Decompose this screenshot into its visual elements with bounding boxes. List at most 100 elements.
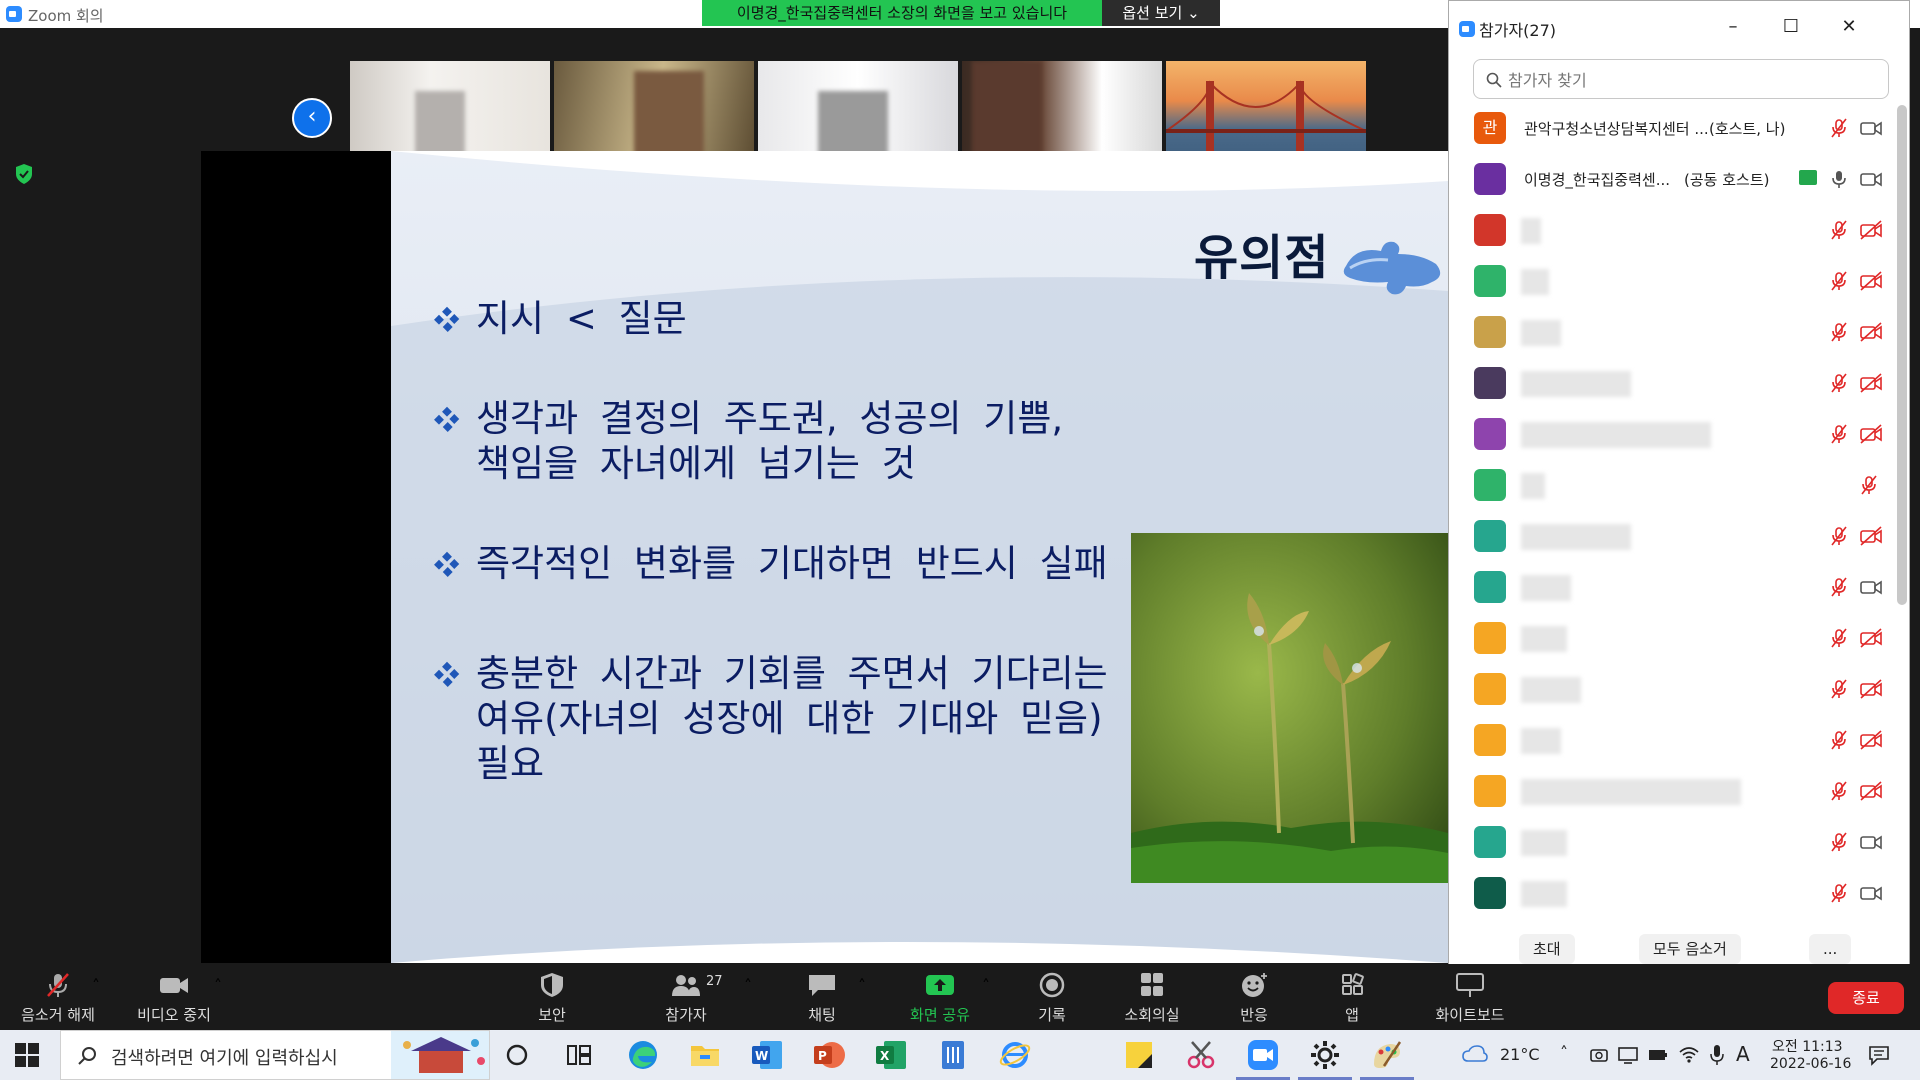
display-tray-icon[interactable] [1618,1046,1638,1064]
chat-options-caret-icon[interactable]: ˄ [858,976,866,995]
video-off-icon[interactable] [1859,730,1883,750]
windows-start-icon[interactable] [14,1042,40,1068]
video-on-icon[interactable] [1859,169,1883,189]
video-off-icon[interactable] [1859,679,1883,699]
video-off-icon[interactable] [1859,781,1883,801]
video-on-icon[interactable] [1859,832,1883,852]
participant-row[interactable] [1449,868,1895,919]
video-off-icon[interactable] [1859,220,1883,240]
camera-tray-icon[interactable] [1590,1046,1608,1064]
whiteboard-button[interactable]: 화이트보드 [1420,972,1520,1025]
participant-row[interactable] [1449,766,1895,817]
participant-row[interactable] [1449,511,1895,562]
paint-app-icon[interactable] [1370,1038,1404,1072]
participants-options-caret-icon[interactable]: ˄ [744,976,752,995]
clock-date[interactable]: 2022-06-16 [1770,1056,1851,1072]
share-screen-button[interactable]: 화면 공유 [904,972,976,1025]
input-method-indicator[interactable]: A [1736,1042,1750,1066]
mic-muted-icon[interactable] [1859,475,1879,495]
weather-cloud-icon[interactable] [1462,1044,1488,1064]
weather-temperature[interactable]: 21°C [1500,1045,1540,1064]
word-icon[interactable]: W [750,1038,784,1072]
participant-row[interactable] [1449,664,1895,715]
participant-row[interactable] [1449,817,1895,868]
participant-row[interactable] [1449,562,1895,613]
unmute-button[interactable]: 음소거 해제 [16,972,100,1025]
mic-muted-icon[interactable] [1829,118,1849,138]
mic-muted-icon[interactable] [1829,781,1849,801]
participant-search-input[interactable] [1508,68,1878,92]
video-on-icon[interactable] [1859,118,1883,138]
mic-muted-icon[interactable] [1829,424,1849,444]
participant-row[interactable] [1449,307,1895,358]
chevron-up-icon[interactable]: ˄ [1560,1043,1568,1062]
taskbar-search-box[interactable]: 검색하려면 여기에 입력하십시 [60,1030,490,1080]
mic-muted-icon[interactable] [1829,577,1849,597]
video-off-icon[interactable] [1859,373,1883,393]
participant-row[interactable] [1449,409,1895,460]
clock-time[interactable]: 오전 11:13 [1772,1036,1843,1056]
participant-row[interactable]: 관 관악구청소년상담복지센터 ... (호스트, 나) [1449,103,1895,154]
notification-center-icon[interactable] [1868,1044,1890,1066]
excel-icon[interactable]: X [874,1038,908,1072]
video-off-icon[interactable] [1859,526,1883,546]
mic-on-icon[interactable] [1829,169,1849,189]
share-options-caret-icon[interactable]: ˄ [982,976,990,995]
zoom-app-icon[interactable] [1246,1038,1280,1072]
minimize-button[interactable]: – [1721,15,1745,39]
video-off-icon[interactable] [1859,271,1883,291]
stop-video-button[interactable]: 비디오 중지 [132,972,216,1025]
file-explorer-icon[interactable] [688,1038,722,1072]
participant-list-scrollbar[interactable] [1897,105,1907,605]
mic-muted-icon[interactable] [1829,322,1849,342]
close-button[interactable]: ✕ [1837,15,1861,39]
mute-all-button[interactable]: 모두 음소거 [1639,934,1741,964]
record-button[interactable]: 기록 [1020,972,1084,1025]
mic-muted-icon[interactable] [1829,628,1849,648]
maximize-button[interactable]: ☐ [1779,15,1803,39]
sticky-notes-icon[interactable] [1122,1038,1156,1072]
wifi-icon[interactable] [1678,1044,1700,1064]
video-options-caret-icon[interactable]: ˄ [214,976,222,995]
more-options-button[interactable]: ... [1809,934,1852,964]
mic-muted-icon[interactable] [1829,373,1849,393]
microphone-tray-icon[interactable] [1710,1044,1724,1066]
audio-options-caret-icon[interactable]: ˄ [92,976,100,995]
encryption-shield-icon[interactable] [14,163,34,185]
battery-icon[interactable] [1648,1048,1668,1062]
breakout-rooms-button[interactable]: 소회의실 [1116,972,1188,1025]
document-app-icon[interactable] [936,1038,970,1072]
mic-muted-icon[interactable] [1829,220,1849,240]
video-on-icon[interactable] [1859,883,1883,903]
mic-muted-icon[interactable] [1829,271,1849,291]
mic-muted-icon[interactable] [1829,526,1849,546]
internet-explorer-icon[interactable] [998,1038,1032,1072]
participant-row[interactable] [1449,358,1895,409]
video-off-icon[interactable] [1859,322,1883,342]
settings-gear-icon[interactable] [1308,1038,1342,1072]
video-off-icon[interactable] [1859,424,1883,444]
mic-muted-icon[interactable] [1829,679,1849,699]
video-off-icon[interactable] [1859,628,1883,648]
participant-search[interactable] [1473,59,1889,99]
chat-button[interactable]: 채팅 [790,972,854,1025]
end-meeting-button[interactable]: 종료 [1828,982,1904,1014]
edge-browser-icon[interactable] [626,1038,660,1072]
security-button[interactable]: 보안 [520,972,584,1025]
participant-row[interactable] [1449,256,1895,307]
powerpoint-icon[interactable]: P [812,1038,846,1072]
task-view-icon[interactable] [566,1042,592,1068]
apps-button[interactable]: 앱 [1320,972,1384,1025]
participant-row[interactable] [1449,205,1895,256]
mic-muted-icon[interactable] [1829,883,1849,903]
view-options-button[interactable]: 옵션 보기 ⌄ [1102,0,1220,26]
participant-row[interactable] [1449,715,1895,766]
video-on-icon[interactable] [1859,577,1883,597]
participant-row[interactable]: 이명경_한국집중력센... (공동 호스트) [1449,154,1895,205]
mic-muted-icon[interactable] [1829,832,1849,852]
participant-row[interactable] [1449,460,1895,511]
strip-previous-button[interactable]: ‹ [292,98,332,138]
mic-muted-icon[interactable] [1829,730,1849,750]
participant-row[interactable] [1449,613,1895,664]
reactions-button[interactable]: 반응 [1222,972,1286,1025]
